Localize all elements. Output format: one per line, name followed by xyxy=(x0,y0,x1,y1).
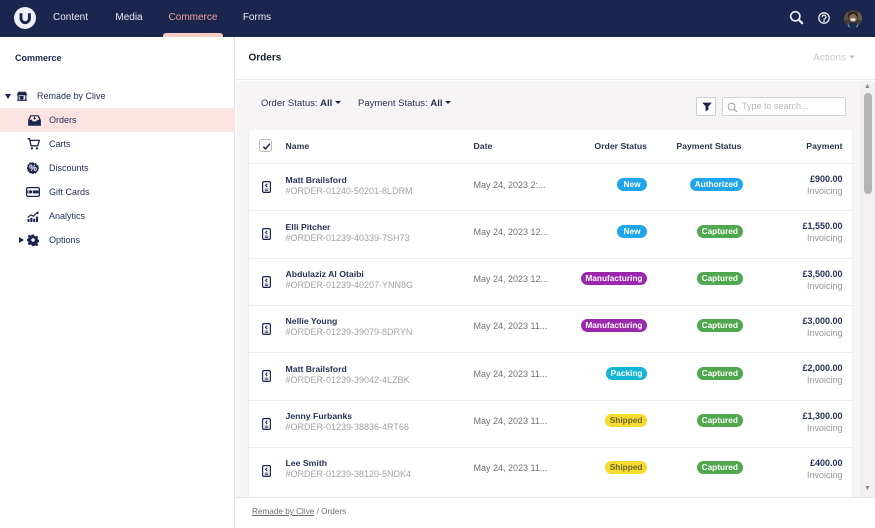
svg-text:%: % xyxy=(29,163,37,173)
